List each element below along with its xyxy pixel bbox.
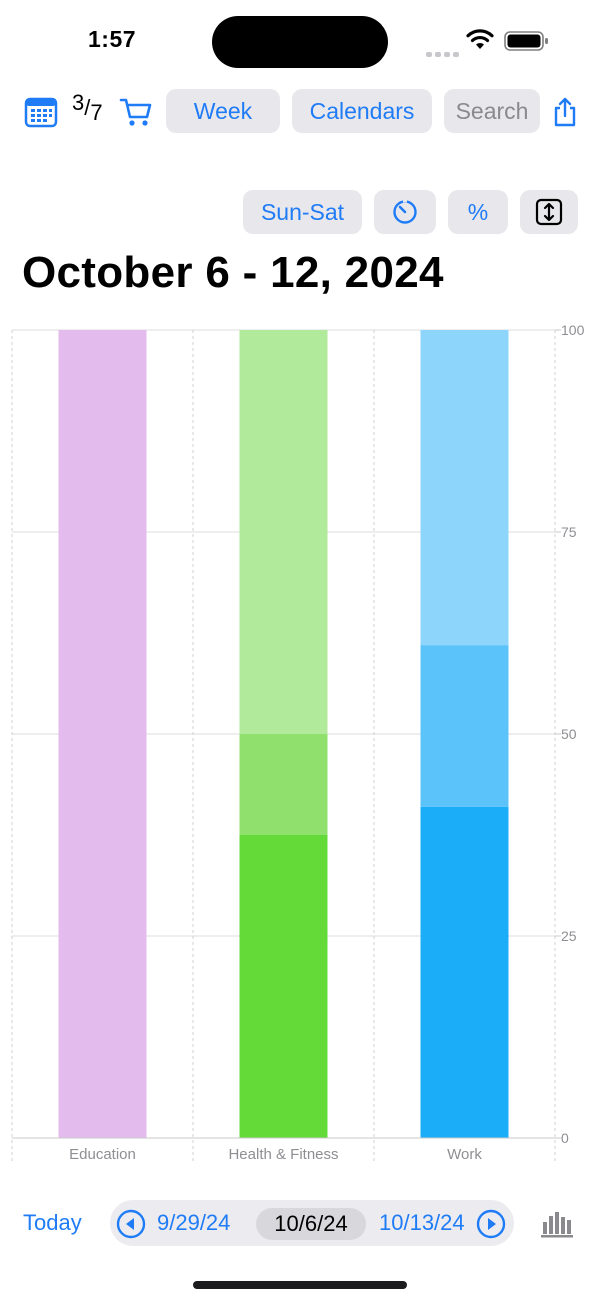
today-button[interactable]: Today <box>23 1210 82 1236</box>
timer-button[interactable] <box>374 190 436 234</box>
calendars-button[interactable]: Calendars <box>292 89 432 133</box>
cellular-signal-icon <box>426 44 462 62</box>
week-range-button[interactable]: Sun-Sat <box>243 190 362 234</box>
share-icon[interactable] <box>552 96 578 128</box>
status-bar: 1:57 <box>0 0 600 80</box>
x-tick-label: Health & Fitness <box>228 1146 338 1163</box>
y-tick-label: 100 <box>561 322 585 338</box>
chart-view-icon[interactable] <box>540 1210 574 1238</box>
bar-segment <box>239 835 328 1138</box>
calendar-icon[interactable] <box>24 96 58 128</box>
vertical-resize-icon <box>535 198 563 226</box>
y-tick-label: 75 <box>561 524 577 540</box>
y-tick-label: 50 <box>561 726 577 742</box>
cart-icon[interactable] <box>119 96 153 128</box>
home-indicator <box>193 1281 407 1289</box>
expand-button[interactable] <box>520 190 578 234</box>
timer-icon <box>393 199 417 224</box>
bar-segment <box>420 806 509 1138</box>
week-button[interactable]: Week <box>166 89 280 133</box>
selected-count-denominator: 7 <box>90 100 103 125</box>
y-tick-label: 25 <box>561 928 577 944</box>
previous-week-date[interactable]: 9/29/24 <box>157 1210 230 1236</box>
selected-count: 3/7 <box>72 90 103 125</box>
percent-button[interactable]: % <box>448 190 508 234</box>
search-input[interactable]: Search <box>444 89 540 133</box>
x-tick-label: Work <box>447 1146 482 1163</box>
battery-icon <box>504 31 548 51</box>
dynamic-island <box>212 16 388 68</box>
y-tick-label: 0 <box>561 1130 569 1146</box>
bar-segment <box>420 330 509 646</box>
next-week-date[interactable]: 10/13/24 <box>379 1210 465 1236</box>
current-week-date[interactable]: 10/6/24 <box>256 1208 366 1240</box>
bar-segment <box>239 734 328 835</box>
status-time: 1:57 <box>88 26 137 52</box>
previous-week-icon[interactable] <box>116 1209 146 1239</box>
next-week-icon[interactable] <box>476 1209 506 1239</box>
page-title: October 6 - 12, 2024 <box>22 248 444 297</box>
bar-segment <box>239 330 328 734</box>
bar-segment <box>58 330 147 1138</box>
stacked-bar-chart: 0 25 50 75 100 Education Health & Fitness Work <box>11 322 585 1163</box>
bar-segment <box>420 645 509 807</box>
selected-count-numerator: 3 <box>72 90 85 115</box>
wifi-icon <box>466 29 494 49</box>
x-tick-label: Education <box>69 1146 136 1163</box>
